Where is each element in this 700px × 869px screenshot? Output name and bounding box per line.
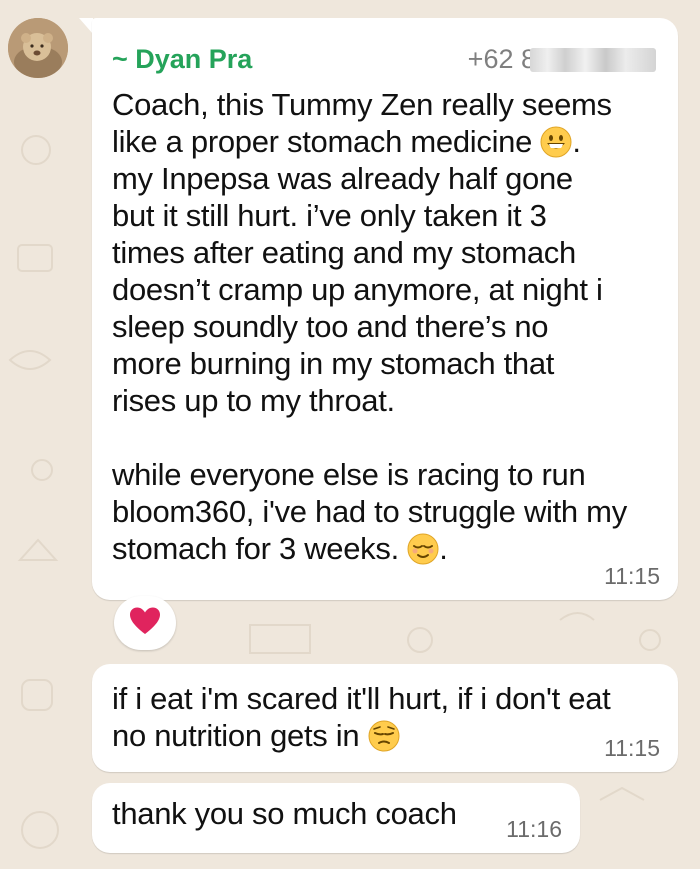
sender-header: ~ Dyan Pra +62 8: [112, 42, 656, 76]
grinning-face-icon: [540, 126, 572, 158]
message-text: Coach, this Tummy Zen really seems like …: [112, 87, 627, 566]
phone-redaction: [530, 48, 656, 72]
message-text: if i eat i'm scared it'll hurt, if i don…: [112, 681, 611, 753]
sender-phone: +62 8: [467, 44, 536, 74]
message-time: 11:16: [506, 816, 562, 842]
message-bubble[interactable]: if i eat i'm scared it'll hurt, if i don…: [92, 664, 678, 772]
message-bubble[interactable]: ~ Dyan Pra +62 8 Coach, this Tummy Zen r…: [92, 18, 678, 600]
sender-avatar[interactable]: [8, 18, 68, 78]
pensive-face-icon: [368, 720, 400, 752]
message-time: 11:15: [604, 735, 660, 761]
reaction-badge[interactable]: [114, 596, 176, 650]
message-time: 11:15: [604, 563, 660, 589]
bubble-tail: [79, 18, 93, 34]
sender-name[interactable]: ~ Dyan Pra: [112, 44, 252, 75]
message-text: thank you so much coach: [112, 796, 457, 831]
relieved-face-icon: [407, 533, 439, 565]
red-heart-icon: [129, 606, 161, 641]
message-bubble[interactable]: thank you so much coach 11:16: [92, 783, 580, 853]
